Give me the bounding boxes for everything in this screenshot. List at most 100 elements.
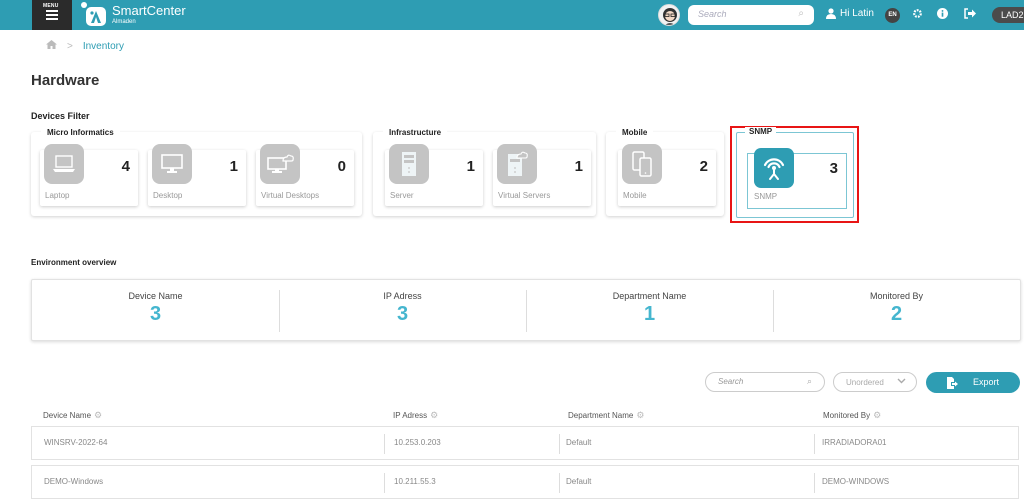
overview-ip-address: IP Adress 3	[279, 280, 526, 340]
filter-count: 1	[229, 158, 238, 175]
cell-divider	[384, 473, 385, 493]
gear-icon[interactable]: ⚙	[873, 410, 881, 421]
menu-button[interactable]: MENU	[32, 0, 72, 30]
cell-ip-address: 10.253.0.203	[394, 438, 441, 447]
filter-group-label: Infrastructure	[383, 128, 448, 137]
environment-overview-title: Environment overview	[31, 258, 117, 267]
export-button[interactable]: Export	[926, 372, 1020, 393]
filter-count: 4	[121, 158, 130, 175]
cell-department-name: Default	[566, 438, 592, 447]
overview-value: 1	[643, 303, 656, 325]
top-bar: MENU SmartCenter Almaden Search ⌕ Hi Lat…	[0, 0, 1024, 30]
gear-icon[interactable]: ⚙	[94, 410, 102, 421]
filter-card-mobile[interactable]: 2 Mobile	[618, 144, 716, 206]
filter-label: Desktop	[153, 191, 183, 200]
menu-icon	[46, 10, 58, 22]
filter-label: Virtual Desktops	[261, 191, 320, 200]
search-icon[interactable]: ⌕	[798, 8, 804, 19]
filter-card-laptop[interactable]: 4 Laptop	[40, 144, 138, 206]
column-label: IP Adress	[393, 411, 428, 420]
page-title: Hardware	[31, 72, 100, 89]
gear-icon[interactable]: ⚙	[430, 410, 438, 421]
column-header-ip-address[interactable]: IP Adress ⚙	[393, 410, 438, 421]
table-row[interactable]: WINSRV-2022-64 10.253.0.203 Default IRRA…	[31, 426, 1019, 460]
language-button[interactable]: EN	[885, 8, 900, 23]
column-header-department-name[interactable]: Department Name ⚙	[568, 410, 644, 421]
overview-label: Department Name	[612, 291, 687, 301]
breadcrumb: > Inventory	[46, 40, 124, 52]
filter-group-snmp: SNMP 3 SNMP	[736, 127, 854, 218]
info-icon[interactable]	[937, 8, 948, 23]
logout-icon[interactable]	[964, 8, 976, 23]
laptop-icon	[44, 144, 84, 184]
brand: SmartCenter Almaden	[112, 4, 186, 26]
cell-monitored-by: DEMO-WINDOWS	[822, 477, 890, 486]
filter-group-infrastructure: Infrastructure 1 Server 1 Virtual Server…	[373, 128, 596, 216]
overview-value: 3	[149, 303, 162, 325]
filter-card-desktop[interactable]: 1 Desktop	[148, 144, 246, 206]
header-search-input[interactable]: Search ⌕	[688, 5, 814, 25]
logo-icon[interactable]	[81, 2, 108, 26]
filter-label: Server	[390, 191, 414, 200]
gear-icon[interactable]	[912, 8, 923, 23]
avatar[interactable]	[658, 4, 680, 26]
filter-count: 3	[829, 160, 838, 177]
filter-count: 1	[574, 158, 583, 175]
table-search-placeholder: Search	[718, 377, 744, 386]
filter-card-server[interactable]: 1 Server	[385, 144, 483, 206]
mobile-icon	[622, 144, 662, 184]
user-icon	[826, 8, 836, 19]
user-greeting: Hi Latin	[840, 8, 874, 19]
filter-label: Laptop	[45, 191, 70, 200]
overview-monitored-by: Monitored By 2	[773, 280, 1020, 340]
filter-label: Virtual Servers	[498, 191, 551, 200]
filter-card-virtual-desktops[interactable]: 0 Virtual Desktops	[256, 144, 354, 206]
export-icon	[946, 376, 958, 394]
overview-value: 3	[396, 303, 409, 325]
filter-card-virtual-servers[interactable]: 1 Virtual Servers	[493, 144, 591, 206]
antenna-icon	[754, 148, 794, 188]
home-icon[interactable]	[46, 40, 57, 52]
export-label: Export	[973, 377, 1000, 387]
brand-subtitle: Almaden	[112, 19, 136, 25]
devices-filter-title: Devices Filter	[31, 111, 90, 121]
cell-divider	[559, 473, 560, 493]
filter-label: Mobile	[623, 191, 647, 200]
chevron-down-icon	[897, 376, 906, 386]
column-header-device-name[interactable]: Device Name ⚙	[43, 410, 102, 421]
overview-label: Device Name	[128, 291, 183, 301]
filter-group-label: Micro Informatics	[41, 128, 120, 137]
virtual-desktop-icon	[260, 144, 300, 184]
filter-card-snmp[interactable]: 3 SNMP	[747, 148, 847, 209]
desktop-icon	[152, 144, 192, 184]
column-label: Department Name	[568, 411, 634, 420]
tenant-badge[interactable]: LAD2	[992, 7, 1024, 23]
cell-department-name: Default	[566, 477, 592, 486]
breadcrumb-current[interactable]: Inventory	[83, 41, 124, 52]
user-menu[interactable]: Hi Latin	[826, 8, 874, 19]
filter-count: 1	[466, 158, 475, 175]
environment-overview: Device Name 3 IP Adress 3 Department Nam…	[31, 279, 1021, 341]
cell-divider	[384, 434, 385, 454]
cell-monitored-by: IRRADIADORA01	[822, 438, 887, 447]
cell-divider	[814, 473, 815, 493]
filter-count: 2	[699, 158, 708, 175]
sort-select[interactable]: Unordered	[833, 372, 917, 392]
filter-group-mobile: Mobile 2 Mobile	[606, 128, 724, 216]
gear-icon[interactable]: ⚙	[636, 410, 644, 421]
column-label: Monitored By	[823, 411, 871, 420]
brand-name: SmartCenter	[112, 3, 186, 18]
cell-ip-address: 10.211.55.3	[394, 477, 436, 486]
filter-label: SNMP	[754, 192, 778, 201]
column-label: Device Name	[43, 411, 92, 420]
search-icon[interactable]: ⌕	[807, 376, 812, 387]
filter-group-label: SNMP	[745, 127, 777, 136]
cell-divider	[559, 434, 560, 454]
cell-device-name: WINSRV-2022-64	[44, 438, 108, 447]
table-search-input[interactable]: Search ⌕	[705, 372, 825, 392]
column-header-monitored-by[interactable]: Monitored By ⚙	[823, 410, 881, 421]
sort-select-value: Unordered	[846, 378, 884, 387]
virtual-server-icon	[497, 144, 537, 184]
table-row[interactable]: DEMO-Windows 10.211.55.3 Default DEMO-WI…	[31, 465, 1019, 499]
overview-device-name: Device Name 3	[32, 280, 279, 340]
